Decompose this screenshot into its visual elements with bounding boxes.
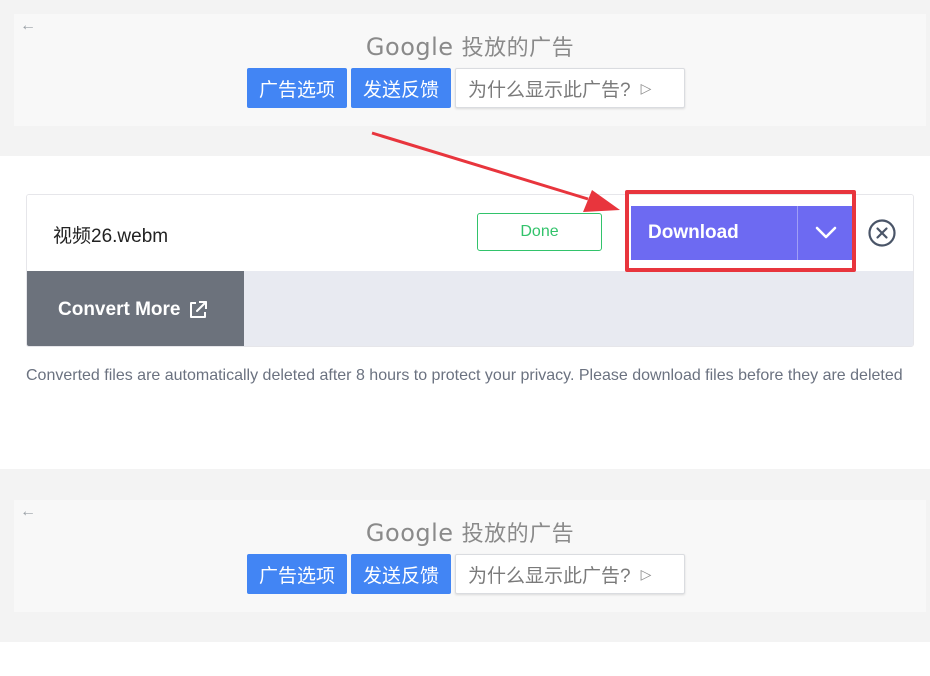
ad-suffix: 投放的广告 [461, 521, 575, 546]
ad-banner-top: ← Google 投放的广告 广告选项 发送反馈 为什么显示此广告? ▷ [14, 14, 926, 126]
ad-options-button[interactable]: 广告选项 [247, 68, 348, 108]
play-icon: ▷ [640, 565, 652, 582]
convert-more-button[interactable]: Convert More [27, 271, 244, 346]
status-badge: Done [477, 213, 602, 251]
page-footer-space [0, 642, 930, 676]
ad-options-button[interactable]: 广告选项 [247, 554, 348, 594]
download-highlight-box [625, 190, 856, 272]
ad-suffix: 投放的广告 [461, 35, 575, 60]
external-link-icon [190, 300, 208, 318]
file-name: 视频26.webm [53, 226, 169, 247]
privacy-note: Converted files are automatically delete… [26, 367, 903, 384]
convert-more-label: Convert More [58, 298, 181, 320]
why-this-ad-button[interactable]: 为什么显示此广告? ▷ [455, 554, 686, 594]
why-this-ad-label: 为什么显示此广告? [468, 79, 631, 101]
ad-title: Google 投放的广告 [14, 516, 926, 548]
file-actions-bar: Convert More [27, 271, 913, 346]
google-brand: Google [365, 519, 454, 547]
close-circle-icon[interactable] [867, 218, 897, 248]
why-this-ad-label: 为什么显示此广告? [468, 565, 631, 587]
ad-buttons: 广告选项 发送反馈 为什么显示此广告? ▷ [247, 554, 686, 594]
send-feedback-button[interactable]: 发送反馈 [351, 68, 452, 108]
ad-title: Google 投放的广告 [14, 30, 926, 62]
ad-buttons: 广告选项 发送反馈 为什么显示此广告? ▷ [247, 68, 686, 108]
google-brand: Google [365, 33, 454, 61]
why-this-ad-button[interactable]: 为什么显示此广告? ▷ [455, 68, 686, 108]
send-feedback-button[interactable]: 发送反馈 [351, 554, 452, 594]
play-icon: ▷ [640, 79, 652, 96]
ad-banner-bottom: ← Google 投放的广告 广告选项 发送反馈 为什么显示此广告? ▷ [14, 500, 926, 612]
